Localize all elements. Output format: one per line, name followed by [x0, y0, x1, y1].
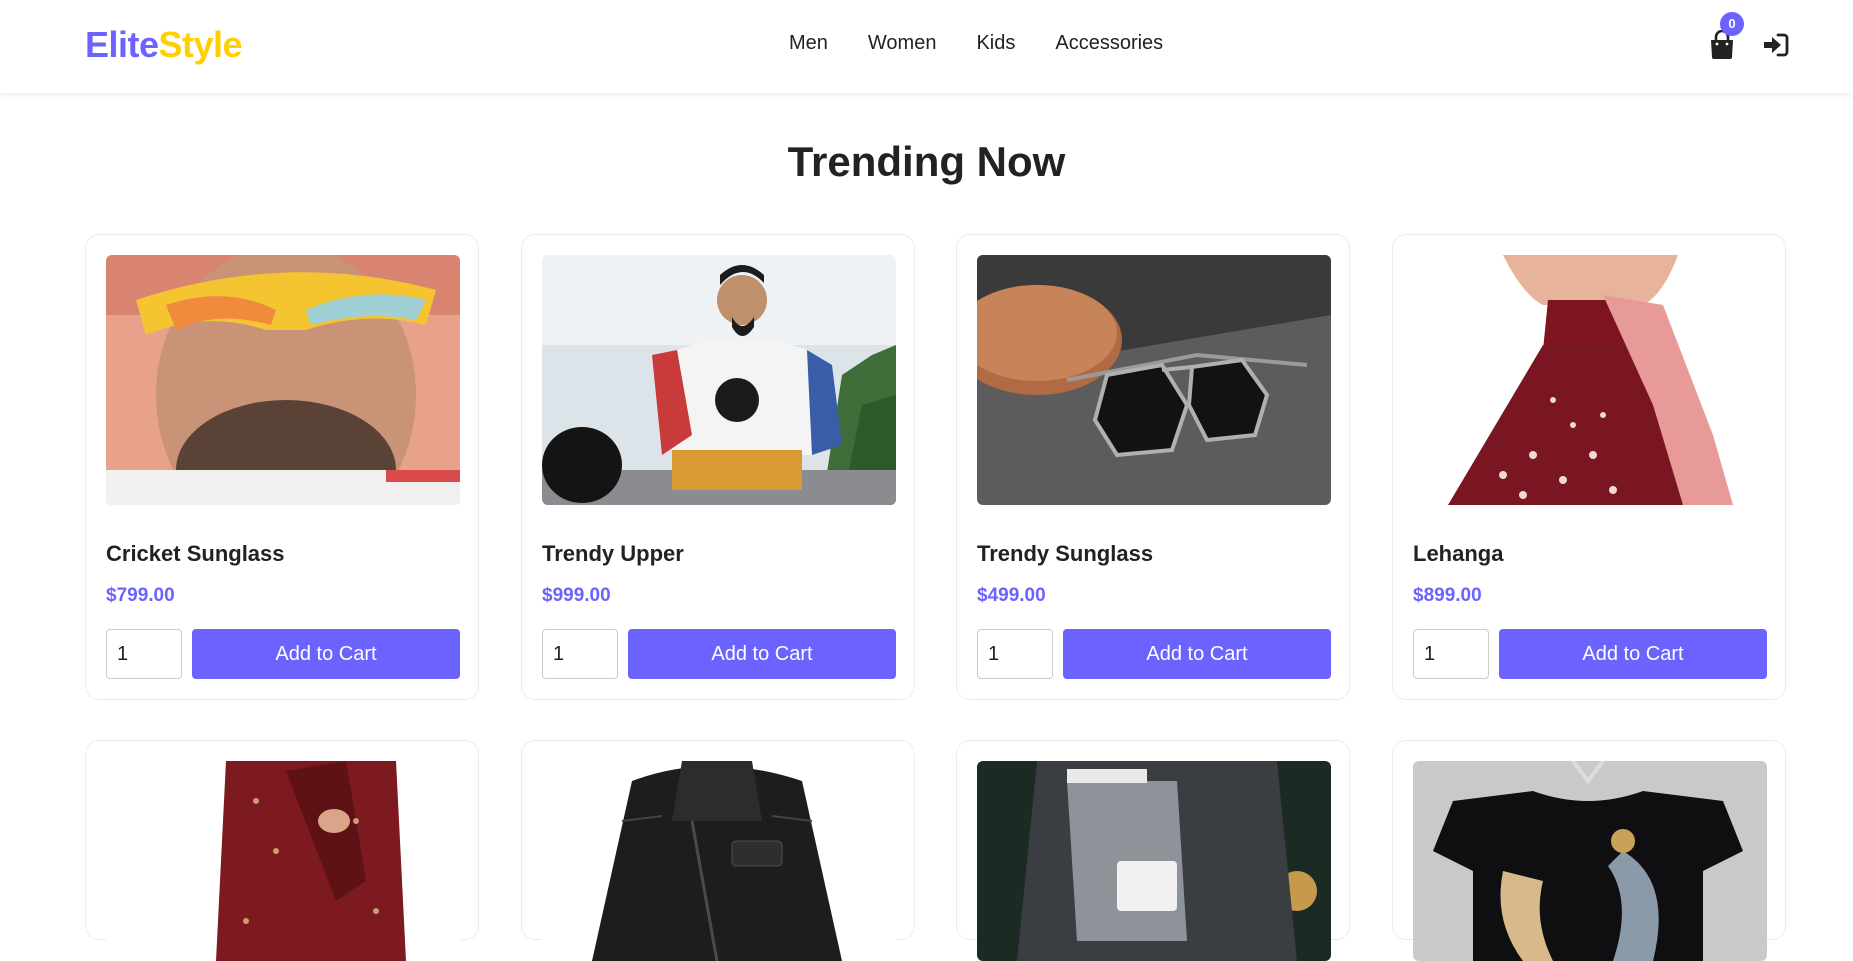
quantity-input[interactable]	[106, 629, 182, 679]
quantity-input[interactable]	[1413, 629, 1489, 679]
nav-link-men[interactable]: Men	[789, 32, 828, 55]
quantity-input[interactable]	[977, 629, 1053, 679]
nav-link-kids[interactable]: Kids	[976, 32, 1015, 55]
product-name: Trendy Upper	[542, 541, 684, 566]
product-card: Cricket Sunglass $799.00 Add to Cart	[85, 234, 479, 700]
nav-link-accessories[interactable]: Accessories	[1055, 32, 1163, 55]
sign-in-icon[interactable]	[1762, 31, 1790, 59]
product-name: Trendy Sunglass	[977, 541, 1154, 566]
product-card	[85, 740, 479, 961]
quantity-input[interactable]	[542, 629, 618, 679]
product-card	[956, 740, 1350, 961]
product-image[interactable]	[542, 761, 896, 961]
product-card	[521, 740, 915, 961]
product-card	[1392, 740, 1786, 961]
nav-link-women[interactable]: Women	[868, 32, 937, 55]
product-image[interactable]	[1413, 255, 1767, 505]
product-price: $799.00	[106, 585, 175, 606]
cart-count-badge: 0	[1720, 12, 1744, 36]
product-image[interactable]	[106, 255, 460, 505]
product-price: $499.00	[977, 585, 1046, 606]
product-image[interactable]	[542, 255, 896, 505]
navbar: EliteStyle Men Women Kids Accessories 0	[0, 0, 1853, 93]
add-to-cart-button[interactable]: Add to Cart	[628, 629, 896, 679]
add-to-cart-button[interactable]: Add to Cart	[1063, 629, 1331, 679]
section-title: Trending Now	[787, 138, 1066, 185]
logo-part-elite: Elite	[85, 24, 159, 65]
product-price: $899.00	[1413, 585, 1482, 606]
product-image[interactable]	[1413, 761, 1767, 961]
product-card: Trendy Upper $999.00 Add to Cart	[521, 234, 915, 700]
product-image[interactable]	[977, 761, 1331, 961]
product-card: Trendy Sunglass $499.00 Add to Cart	[956, 234, 1350, 700]
product-price: $999.00	[542, 585, 611, 606]
product-image[interactable]	[106, 761, 460, 961]
logo[interactable]: EliteStyle	[85, 24, 243, 66]
main-nav: Men Women Kids Accessories	[789, 32, 1163, 55]
product-image[interactable]	[977, 255, 1331, 505]
logo-part-style: Style	[158, 24, 243, 65]
product-name: Cricket Sunglass	[106, 541, 285, 566]
product-card: Lehanga $899.00 Add to Cart	[1392, 234, 1786, 700]
product-name: Lehanga	[1413, 541, 1504, 566]
add-to-cart-button[interactable]: Add to Cart	[1499, 629, 1767, 679]
add-to-cart-button[interactable]: Add to Cart	[192, 629, 460, 679]
